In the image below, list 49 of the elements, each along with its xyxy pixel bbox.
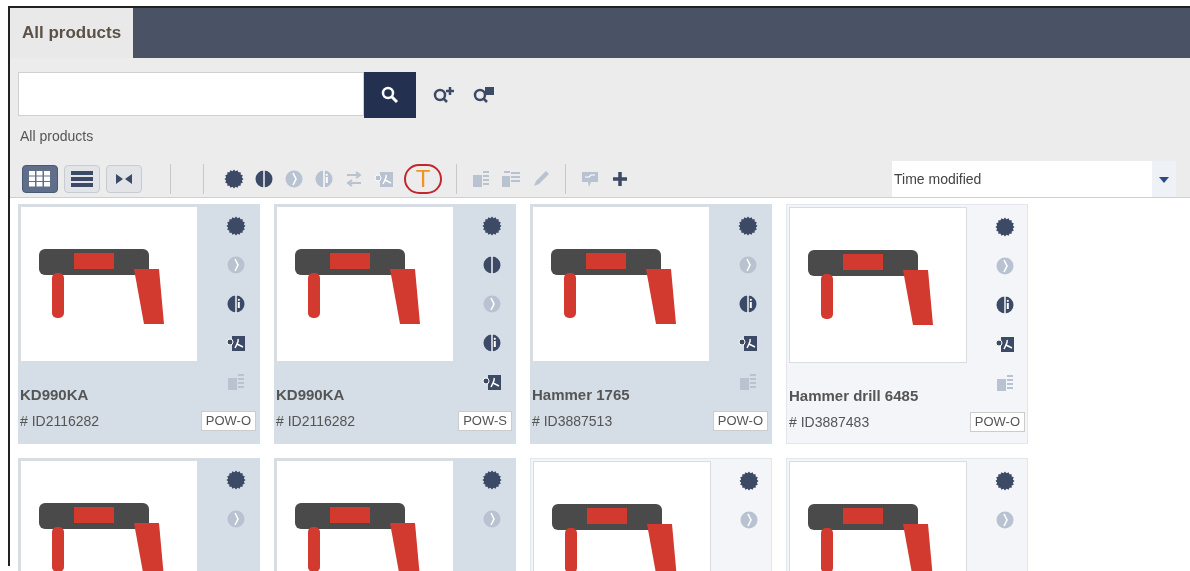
search-field[interactable]	[18, 72, 364, 116]
product-card[interactable]: Hammer drill 6485 # ID3887483 POW-O	[786, 204, 1028, 444]
seal-icon[interactable]	[226, 216, 246, 236]
seal-icon[interactable]	[224, 169, 244, 189]
seal-icon[interactable]	[482, 470, 502, 490]
product-name: KD990KA	[20, 385, 90, 405]
split-view-icon	[113, 171, 135, 187]
product-card[interactable]: KD990KA # ID2116282 POW-O	[18, 204, 260, 444]
product-card[interactable]: KD990KA # ID2116282 POW-S	[274, 204, 516, 444]
tab[interactable]: All products	[10, 8, 134, 58]
seal-icon[interactable]	[482, 216, 502, 236]
list-view-button[interactable]	[64, 165, 100, 193]
seal-icon[interactable]	[995, 471, 1015, 491]
info-circle-icon[interactable]	[995, 295, 1015, 315]
seal-icon[interactable]	[739, 471, 759, 491]
grid-icon	[29, 171, 51, 187]
search-icon	[380, 85, 400, 105]
seal-icon[interactable]	[226, 470, 246, 490]
category-tag: POW-O	[712, 411, 768, 431]
list-icon	[71, 171, 93, 187]
plus-icon[interactable]	[610, 169, 630, 189]
seal-icon[interactable]	[995, 217, 1015, 237]
pdf-icon[interactable]	[482, 372, 502, 392]
split-view-button[interactable]	[106, 165, 142, 193]
seal-icon[interactable]	[738, 216, 758, 236]
product-id: # ID3887513	[532, 411, 613, 431]
pdf-icon[interactable]	[226, 333, 246, 353]
half-circle-icon[interactable]	[482, 255, 502, 275]
product-card[interactable]: Hammer 1765 # ID3887513 POW-O	[530, 204, 772, 444]
product-id: # ID2116282	[276, 411, 356, 431]
product-id: # ID2116282	[20, 411, 100, 431]
info-circle-icon[interactable]	[738, 294, 758, 314]
breadcrumb: All products	[19, 127, 95, 146]
product-name: KD990KA	[276, 385, 346, 405]
product-name: Hammer drill 6485	[789, 386, 920, 406]
info-circle-icon[interactable]	[226, 294, 246, 314]
half-circle-icon[interactable]	[254, 169, 274, 189]
grid-view-button[interactable]	[22, 165, 58, 193]
pdf-icon[interactable]	[738, 333, 758, 353]
category-tag: POW-S	[458, 411, 512, 431]
dropdown-caret-icon[interactable]	[1152, 161, 1176, 197]
sort-dropdown[interactable]: Time modified	[892, 161, 1176, 197]
product-name: Hammer 1765	[532, 385, 631, 405]
info-circle-icon[interactable]	[482, 333, 502, 353]
category-tag: POW-O	[200, 411, 256, 431]
category-tag: POW-O	[969, 412, 1025, 432]
product-id: # ID3887483	[789, 412, 870, 432]
search-button[interactable]	[364, 72, 416, 118]
pdf-icon[interactable]	[995, 334, 1015, 354]
